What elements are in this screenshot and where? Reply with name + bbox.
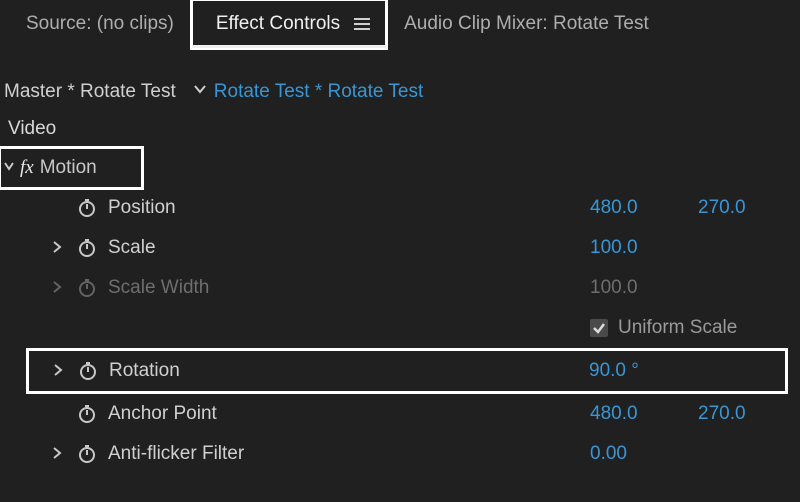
stopwatch-icon[interactable] [74, 237, 100, 259]
clip-selector: Master * Rotate Test Rotate Test * Rotat… [0, 70, 800, 112]
chevron-right-icon[interactable] [48, 446, 66, 463]
property-rotation-highlight: Rotation 90.0 ° [26, 348, 788, 394]
chevron-down-icon[interactable] [192, 81, 208, 103]
rotation-value[interactable]: 90.0 ° [589, 360, 669, 382]
panel-tabs: Source: (no clips) Effect Controls Audio… [0, 0, 800, 48]
stopwatch-icon [74, 277, 100, 299]
anti-flicker-label: Anti-flicker Filter [108, 443, 244, 465]
position-label: Position [108, 197, 176, 219]
scale-width-label: Scale Width [108, 277, 209, 299]
chevron-down-icon[interactable] [0, 159, 18, 177]
property-scale-width: Scale Width 100.0 [0, 268, 800, 308]
property-scale: Scale 100.0 [0, 228, 800, 268]
property-rotation: Rotation 90.0 ° [29, 351, 785, 391]
chevron-right-icon[interactable] [49, 363, 67, 380]
position-y-value[interactable]: 270.0 [698, 197, 778, 219]
uniform-scale-label: Uniform Scale [618, 317, 737, 339]
scale-label: Scale [108, 237, 156, 259]
motion-label: Motion [40, 157, 97, 179]
property-anchor-point: Anchor Point 480.0 270.0 [0, 394, 800, 434]
tab-source[interactable]: Source: (no clips) [8, 0, 192, 48]
video-section-label: Video [0, 112, 800, 148]
current-clip-label: Rotate Test * Rotate Test [214, 81, 423, 103]
stopwatch-icon[interactable] [74, 197, 100, 219]
master-clip-label: Master * Rotate Test [4, 81, 176, 103]
property-anti-flicker: Anti-flicker Filter 0.00 [0, 434, 800, 474]
rotation-label: Rotation [109, 360, 180, 382]
position-x-value[interactable]: 480.0 [590, 197, 670, 219]
property-uniform-scale: Uniform Scale [0, 308, 800, 348]
uniform-scale-checkbox[interactable] [590, 319, 608, 337]
anchor-point-label: Anchor Point [108, 403, 217, 425]
fx-icon: fx [20, 157, 34, 179]
stopwatch-icon[interactable] [74, 443, 100, 465]
chevron-right-icon[interactable] [48, 240, 66, 257]
tab-audio-mixer[interactable]: Audio Clip Mixer: Rotate Test [386, 0, 667, 48]
anti-flicker-value[interactable]: 0.00 [590, 443, 670, 465]
chevron-right-icon [48, 280, 66, 297]
anchor-x-value[interactable]: 480.0 [590, 403, 670, 425]
anchor-y-value[interactable]: 270.0 [698, 403, 778, 425]
property-position: Position 480.0 270.0 [0, 188, 800, 228]
panel-menu-icon[interactable] [354, 18, 370, 30]
stopwatch-icon[interactable] [75, 360, 101, 382]
effect-motion-header[interactable]: fx Motion [0, 148, 142, 188]
tab-effect-controls-label: Effect Controls [216, 13, 340, 35]
tab-effect-controls[interactable]: Effect Controls [192, 0, 386, 48]
scale-width-value: 100.0 [590, 277, 670, 299]
stopwatch-icon[interactable] [74, 403, 100, 425]
scale-value[interactable]: 100.0 [590, 237, 670, 259]
